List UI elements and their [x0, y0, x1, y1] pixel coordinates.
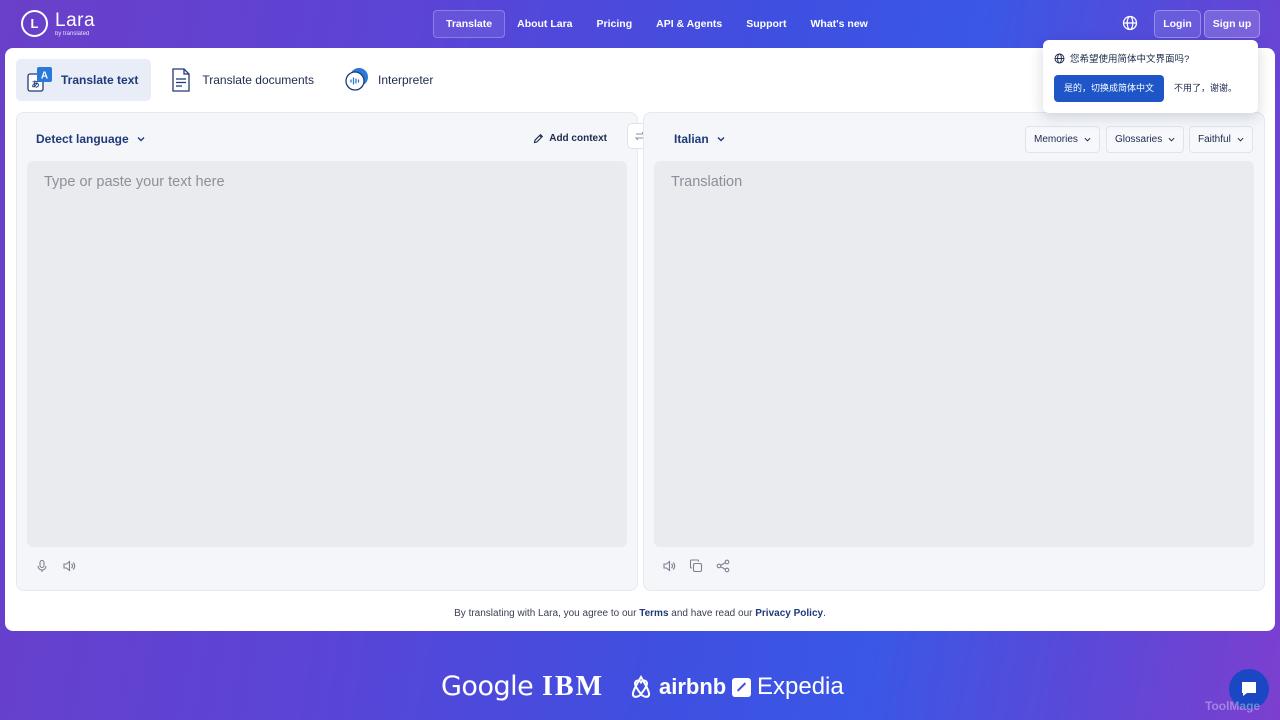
chevron-down-icon	[717, 137, 725, 142]
translation-placeholder: Translation	[671, 174, 743, 190]
airbnb-logo: airbnb	[628, 668, 726, 706]
target-language-label: Italian	[674, 132, 709, 146]
signup-button[interactable]: Sign up	[1204, 10, 1260, 38]
share-icon[interactable]	[716, 559, 730, 573]
expedia-mark-icon	[732, 677, 751, 697]
terms-prefix: By translating with Lara, you agree to o…	[454, 608, 637, 619]
target-actions	[662, 559, 743, 573]
pencil-icon	[533, 133, 544, 144]
google-logo: Google	[441, 671, 534, 702]
nav-whats-new[interactable]: What's new	[799, 10, 880, 38]
style-label: Faithful	[1198, 134, 1231, 145]
source-placeholder: Type or paste your text here	[44, 174, 225, 190]
translate-text-icon: A あ	[26, 66, 54, 94]
chat-bubble-icon	[1242, 682, 1256, 696]
target-panel: Italian Memories Glossaries Faithful Tra…	[643, 112, 1265, 591]
language-globe-icon[interactable]	[1122, 15, 1138, 31]
chevron-down-icon	[1237, 137, 1244, 142]
logo-name: Lara	[55, 9, 96, 31]
tab-label: Translate text	[61, 73, 139, 87]
nav-about-lara[interactable]: About Lara	[505, 10, 584, 38]
main-nav: Translate About Lara Pricing API & Agent…	[433, 10, 880, 38]
source-language-label: Detect language	[36, 132, 129, 146]
mode-tabs: A あ Translate text Translate documents I…	[16, 59, 452, 101]
switch-language-button[interactable]: 是的，切换成简体中文	[1054, 75, 1164, 102]
logo-byline: by translated	[55, 30, 90, 37]
partner-logos: Google IBM airbnb Expedia	[0, 668, 1280, 708]
speaker-icon[interactable]	[62, 559, 76, 573]
terms-link[interactable]: Terms	[639, 608, 668, 619]
translator-card: A あ Translate text Translate documents I…	[5, 48, 1275, 631]
airbnb-wordmark: airbnb	[659, 674, 727, 699]
source-panel: Detect language Add context Type or past…	[16, 112, 638, 591]
nav-translate[interactable]: Translate	[433, 10, 506, 38]
memories-label: Memories	[1034, 134, 1078, 145]
globe-icon	[1054, 53, 1065, 63]
source-actions	[35, 559, 89, 573]
watermark: ToolMage	[1205, 699, 1261, 713]
privacy-policy-link[interactable]: Privacy Policy	[755, 608, 823, 619]
expedia-wordmark: Expedia	[757, 673, 844, 700]
tab-translate-documents[interactable]: Translate documents	[157, 59, 327, 101]
chevron-down-icon	[1084, 137, 1091, 142]
chevron-down-icon	[1168, 137, 1175, 142]
glossaries-dropdown[interactable]: Glossaries	[1106, 126, 1185, 153]
lara-logo[interactable]: L Lara by translated	[21, 10, 95, 37]
popup-question-text: 您希望使用简体中文界面吗?	[1070, 54, 1190, 65]
svg-text:A: A	[41, 71, 48, 82]
language-suggestion-popup: 您希望使用简体中文界面吗? 是的，切换成简体中文 不用了，谢谢。	[1043, 40, 1258, 113]
nav-pricing[interactable]: Pricing	[585, 10, 645, 38]
tab-interpreter[interactable]: Interpreter	[333, 59, 446, 101]
speaker-icon[interactable]	[662, 559, 676, 573]
terms-notice: By translating with Lara, you agree to o…	[5, 608, 1275, 619]
ibm-logo: IBM	[542, 671, 604, 702]
add-context-button[interactable]: Add context	[533, 133, 607, 144]
login-button[interactable]: Login	[1154, 10, 1201, 38]
copy-icon[interactable]	[689, 559, 703, 573]
logo-wordmark: Lara by translated	[55, 11, 95, 37]
airbnb-mark-icon	[631, 674, 651, 698]
chevron-down-icon	[137, 137, 145, 142]
terms-middle: and have read our	[671, 608, 753, 619]
translation-output-area: Translation	[654, 161, 1254, 547]
popup-question: 您希望使用简体中文界面吗?	[1054, 51, 1189, 65]
memories-dropdown[interactable]: Memories	[1025, 126, 1100, 153]
target-language-select[interactable]: Italian	[674, 132, 725, 146]
svg-text:あ: あ	[32, 80, 40, 89]
add-context-label: Add context	[549, 133, 607, 144]
glossaries-label: Glossaries	[1115, 134, 1163, 145]
nav-support[interactable]: Support	[734, 10, 798, 38]
style-dropdown[interactable]: Faithful	[1189, 126, 1253, 153]
interpreter-icon	[343, 66, 371, 94]
expedia-logo: Expedia	[732, 668, 844, 706]
tab-label: Interpreter	[377, 73, 434, 87]
source-language-select[interactable]: Detect language	[36, 132, 145, 146]
source-text-area[interactable]: Type or paste your text here	[27, 161, 627, 547]
tab-translate-text[interactable]: A あ Translate text	[16, 59, 152, 101]
nav-api-agents[interactable]: API & Agents	[644, 10, 734, 38]
decline-language-button[interactable]: 不用了，谢谢。	[1174, 75, 1237, 102]
document-icon	[167, 66, 195, 94]
tab-label: Translate documents	[202, 73, 314, 87]
terms-suffix: .	[823, 608, 826, 619]
logo-mark-icon: L	[21, 10, 48, 37]
microphone-icon[interactable]	[35, 559, 49, 573]
